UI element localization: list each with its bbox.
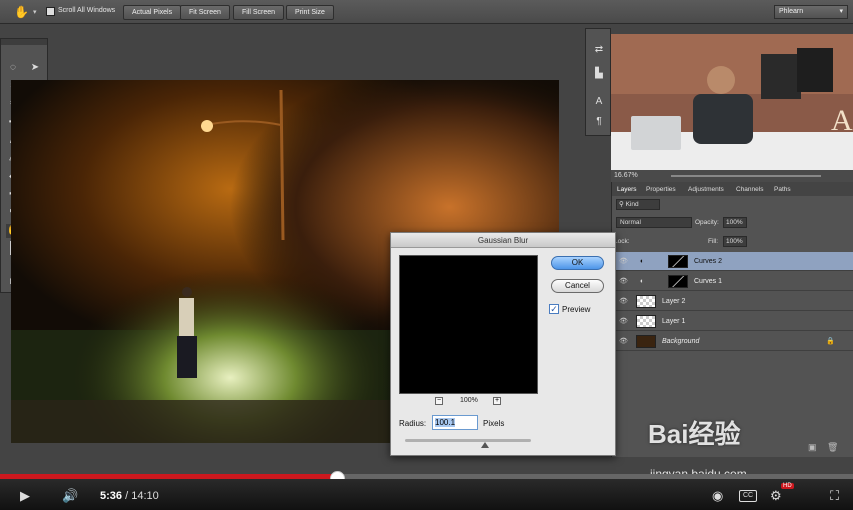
workspace-label: Phlearn [779,8,804,15]
fit-screen-button[interactable]: Fit Screen [180,5,230,20]
scroll-all-windows-label: Scroll All Windows [58,7,116,14]
scroll-all-windows-checkbox[interactable] [46,7,55,16]
new-layer-icon[interactable]: ▣ [808,442,817,453]
settings-gear-icon[interactable]: ⚙ [770,488,782,504]
hd-badge: HD [781,483,794,489]
layer-name: Background [662,338,700,345]
radius-slider-track[interactable] [405,439,531,442]
cancel-button[interactable]: Cancel [551,279,604,293]
photoshop-window: ✋ ▾ Scroll All Windows Actual Pixels Fit… [0,0,853,510]
current-time: 5:36 [100,490,123,502]
kind-filter[interactable]: ⚲ Kind [616,199,660,210]
preview-label: Preview [562,305,591,314]
tab-channels[interactable]: Channels [736,184,763,196]
layer-name: Curves 1 [694,278,723,285]
eye-icon[interactable]: 👁 [619,312,628,331]
tab-adjustments[interactable]: Adjustments [688,184,724,196]
layer-name: Curves 2 [694,258,723,265]
curves-adjustment-icon: ◐ [640,278,645,285]
zoom-in-button[interactable]: + [493,397,501,405]
eye-icon[interactable]: 👁 [619,292,628,311]
tab-properties[interactable]: Properties [646,184,676,196]
opacity-input[interactable]: 100% [723,217,747,228]
fullscreen-icon[interactable]: ⛶ [830,488,839,504]
navigator-bar: 16.67% [611,170,853,182]
lock-icon: 🔒 [826,338,835,345]
layer-row[interactable]: 👁 ◐ Curves 1 [612,272,853,291]
character-panel-icon[interactable]: A [592,95,606,109]
zoom-out-button[interactable]: − [435,397,443,405]
collapsed-panels-dock: ⇄ ▙ A ¶ [585,28,611,136]
person-silhouette [177,287,197,378]
layer-name: Layer 1 [662,318,686,325]
instructor-image: A [611,34,853,170]
radius-input[interactable]: 100.1 [432,415,478,430]
radius-value: 100.1 [435,418,456,427]
eye-icon[interactable]: 👁 [619,332,628,351]
baidu-watermark-logo: Bai经验 [648,419,741,449]
layer-row[interactable]: 👁 Layer 1 [612,312,853,331]
chevron-down-icon: ▾ [839,8,843,15]
adjustments-panel-icon[interactable]: ⇄ [592,43,606,57]
tab-paths[interactable]: Paths [774,184,791,196]
move-tool-icon[interactable]: ➤ [28,61,42,75]
decor-letter: A [831,104,853,137]
layer-row[interactable]: 👁 ◐ Curves 2 [612,252,853,271]
curves-adjustment-icon: ◐ [640,258,645,265]
play-icon[interactable]: ▶ [20,488,30,504]
eye-icon[interactable]: 👁 [619,272,628,291]
youtube-logo-icon[interactable]: ◉ [712,488,723,504]
time-display: 5:36 / 14:10 [100,490,159,502]
radius-label: Radius: [399,419,427,428]
histogram-panel-icon[interactable]: ▙ [592,67,606,81]
print-size-button[interactable]: Print Size [286,5,334,20]
layer-row[interactable]: 👁 Layer 2 [612,292,853,311]
hand-tool-icon[interactable]: ✋ [14,5,29,19]
preview-checkbox[interactable]: ✓ [549,304,559,314]
layer-name: Layer 2 [662,298,686,305]
marquee-tool-icon[interactable]: ◌ [6,61,20,75]
options-bar: ✋ ▾ Scroll All Windows Actual Pixels Fit… [0,0,853,24]
tool-preset-dropdown-icon[interactable]: ▾ [33,8,37,16]
blend-mode-select[interactable]: Normal [616,217,692,228]
dialog-title[interactable]: Gaussian Blur [391,233,615,248]
tab-layers[interactable]: Layers [617,184,637,196]
opacity-label: Opacity: [695,219,719,226]
blur-preview-area[interactable] [399,255,538,394]
layer-thumbnail [636,315,656,328]
layer-row[interactable]: 👁 Background 🔒 [612,332,853,351]
instructor-video: A [611,34,853,170]
navigator-zoom-slider[interactable] [671,175,821,177]
actual-pixels-button[interactable]: Actual Pixels [123,5,182,20]
volume-icon[interactable]: 🔊 [62,488,78,504]
gaussian-blur-dialog: Gaussian Blur − 100% + OK Cancel ✓ Previ… [390,232,616,456]
kind-filter-label: Kind [625,201,639,208]
blend-mode-label: Normal [620,219,641,226]
captions-icon[interactable]: CC [739,490,757,502]
radius-unit: Pixels [483,419,505,428]
fill-screen-button[interactable]: Fill Screen [233,5,285,20]
workspace-switcher[interactable]: Phlearn ▾ [774,5,848,19]
layer-mask-thumbnail [668,255,688,268]
navigator-zoom[interactable]: 16.67% [614,172,638,179]
ok-button[interactable]: OK [551,256,604,270]
trash-icon[interactable]: 🗑 [827,442,838,453]
paragraph-panel-icon[interactable]: ¶ [592,115,606,129]
duration: / 14:10 [125,490,159,502]
layer-mask-thumbnail [668,275,688,288]
fill-label: Fill: [708,238,719,245]
lock-label: Lock: [614,238,630,245]
eye-icon[interactable]: 👁 [619,252,628,271]
layer-thumbnail [636,335,656,348]
tools-panel-header[interactable] [1,39,47,45]
fill-input[interactable]: 100% [723,236,747,247]
preview-zoom-label: 100% [460,397,478,404]
layer-thumbnail [636,295,656,308]
radius-slider-thumb[interactable] [481,442,489,448]
